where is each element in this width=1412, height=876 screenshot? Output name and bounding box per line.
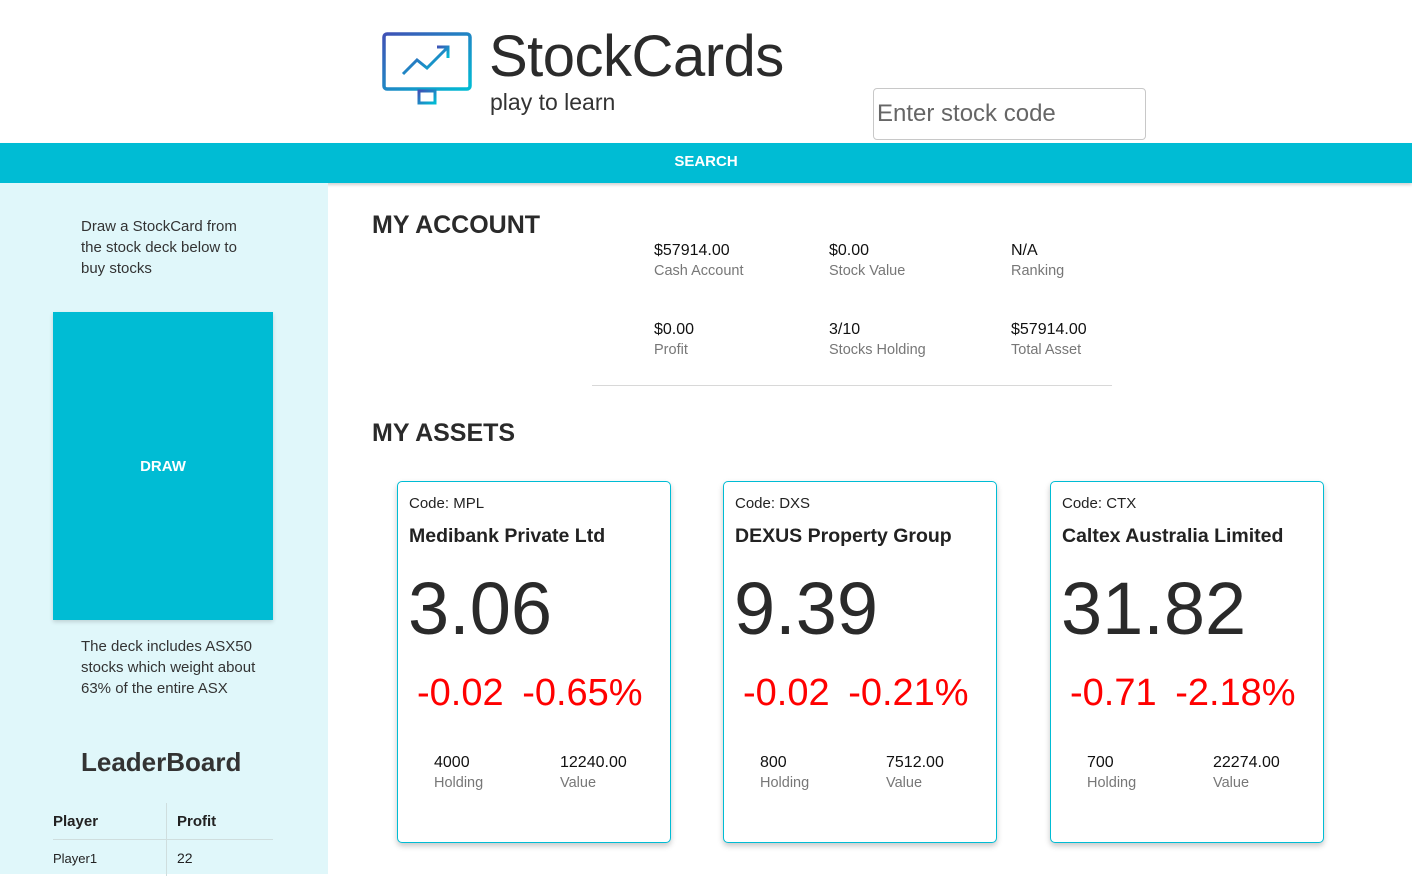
- stat-value: $57914.00: [1011, 320, 1087, 340]
- stat-value: 3/10: [829, 320, 926, 340]
- stat-label: Cash Account: [654, 261, 743, 281]
- stat-label: Stock Value: [829, 261, 905, 281]
- draw-instructions: Draw a StockCard from the stock deck bel…: [81, 216, 261, 279]
- holding-label: Holding: [434, 773, 483, 793]
- stock-change-pct: -0.65%: [522, 672, 642, 714]
- deck-note: The deck includes ASX50 stocks which wei…: [81, 636, 261, 699]
- stat-value: $0.00: [829, 241, 905, 261]
- stock-change-pct: -2.18%: [1175, 672, 1295, 714]
- stock-change-pct: -0.21%: [848, 672, 968, 714]
- stock-price: 3.06: [408, 572, 552, 646]
- stat-stocks-holding: 3/10 Stocks Holding: [829, 320, 926, 360]
- stock-price: 31.82: [1061, 572, 1246, 646]
- stat-value: $0.00: [654, 320, 694, 340]
- holding-value: 700: [1087, 753, 1136, 773]
- card-holding: 800 Holding: [760, 753, 809, 793]
- draw-button[interactable]: DRAW: [53, 312, 273, 620]
- value-label: Value: [560, 773, 627, 793]
- account-divider: [592, 385, 1112, 386]
- stat-label: Ranking: [1011, 261, 1064, 281]
- leaderboard-header-row: Player Profit: [53, 803, 273, 840]
- stock-code-input[interactable]: [873, 88, 1146, 140]
- holding-label: Holding: [760, 773, 809, 793]
- assets-title: MY ASSETS: [372, 419, 515, 448]
- stock-change: -0.71 -2.18%: [1070, 674, 1296, 712]
- card-holding: 4000 Holding: [434, 753, 483, 793]
- stat-ranking: N/A Ranking: [1011, 241, 1064, 281]
- value-amount: 22274.00: [1213, 753, 1280, 773]
- stock-code: Code: CTX: [1062, 495, 1136, 512]
- stock-price: 9.39: [734, 572, 878, 646]
- account-title: MY ACCOUNT: [372, 211, 540, 240]
- leaderboard-title: LeaderBoard: [81, 747, 241, 778]
- stock-change: -0.02 -0.21%: [743, 674, 969, 712]
- stat-label: Profit: [654, 340, 694, 360]
- monitor-chart-icon: [381, 31, 473, 117]
- stat-profit: $0.00 Profit: [654, 320, 694, 360]
- stock-change: -0.02 -0.65%: [417, 674, 643, 712]
- stat-value: N/A: [1011, 241, 1064, 261]
- stat-cash-account: $57914.00 Cash Account: [654, 241, 743, 281]
- search-button[interactable]: SEARCH: [0, 143, 1412, 183]
- sidebar: Draw a StockCard from the stock deck bel…: [0, 183, 328, 874]
- brand-name: StockCards: [489, 28, 784, 86]
- leaderboard-col-player: Player: [53, 803, 167, 840]
- card-value: 12240.00 Value: [560, 753, 627, 793]
- stock-name: Caltex Australia Limited: [1062, 525, 1283, 548]
- value-label: Value: [886, 773, 944, 793]
- leaderboard-col-profit: Profit: [167, 803, 274, 840]
- value-label: Value: [1213, 773, 1280, 793]
- stock-card-ctx[interactable]: Code: CTX Caltex Australia Limited 31.82…: [1050, 481, 1324, 843]
- card-value: 7512.00 Value: [886, 753, 944, 793]
- holding-value: 4000: [434, 753, 483, 773]
- stat-label: Total Asset: [1011, 340, 1087, 360]
- stock-change-abs: -0.02: [743, 672, 830, 714]
- leaderboard-row: Player1 22: [53, 840, 273, 876]
- holding-label: Holding: [1087, 773, 1136, 793]
- brand-tagline: play to learn: [490, 91, 615, 114]
- draw-button-label: DRAW: [140, 458, 186, 475]
- stock-change-abs: -0.02: [417, 672, 504, 714]
- holding-value: 800: [760, 753, 809, 773]
- stock-name: Medibank Private Ltd: [409, 525, 605, 548]
- value-amount: 12240.00: [560, 753, 627, 773]
- stock-code: Code: DXS: [735, 495, 810, 512]
- card-holding: 700 Holding: [1087, 753, 1136, 793]
- stat-value: $57914.00: [654, 241, 743, 261]
- stat-stock-value: $0.00 Stock Value: [829, 241, 905, 281]
- stock-card-dxs[interactable]: Code: DXS DEXUS Property Group 9.39 -0.0…: [723, 481, 997, 843]
- stock-code: Code: MPL: [409, 495, 484, 512]
- card-value: 22274.00 Value: [1213, 753, 1280, 793]
- stock-change-abs: -0.71: [1070, 672, 1157, 714]
- stock-name: DEXUS Property Group: [735, 525, 952, 548]
- stat-label: Stocks Holding: [829, 340, 926, 360]
- leaderboard-table: Player Profit Player1 22: [53, 803, 273, 876]
- value-amount: 7512.00: [886, 753, 944, 773]
- stat-total-asset: $57914.00 Total Asset: [1011, 320, 1087, 360]
- leaderboard-profit: 22: [167, 840, 274, 876]
- leaderboard-player: Player1: [53, 840, 167, 876]
- stock-card-mpl[interactable]: Code: MPL Medibank Private Ltd 3.06 -0.0…: [397, 481, 671, 843]
- header: StockCards play to learn: [0, 0, 1412, 143]
